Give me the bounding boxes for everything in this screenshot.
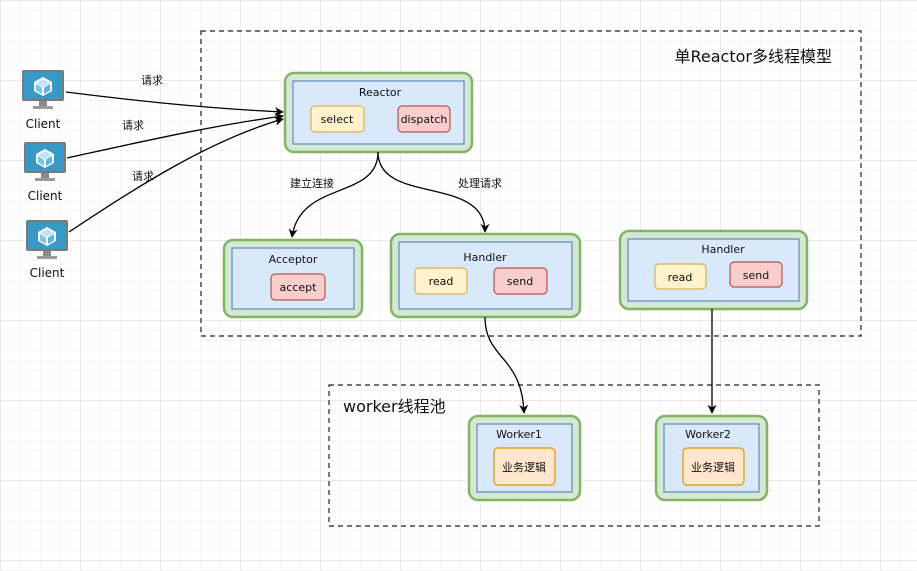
client-2-request-edge [66,112,284,159]
request-label: 请求 [122,119,144,132]
acceptor-node: Acceptor accept [222,238,364,319]
handler-node-2: Handler read send [618,229,809,311]
client-monitor-icon [22,70,64,109]
worker-pool-title: worker线程池 [343,397,446,416]
handler-title: Handler [701,243,745,256]
request-label: 请求 [132,170,154,183]
client-monitor-icon [24,142,66,181]
worker-node-2: Worker2 业务逻辑 [654,414,769,502]
reactor-to-acceptor-edge [288,151,379,238]
reactor-node: Reactor select dispatch [283,71,474,154]
client-label: Client [28,189,63,203]
reactor-to-handler-edge [377,151,490,233]
connect-label: 建立连接 [290,176,334,190]
client-node-2: Client [24,142,66,203]
dispatch-label: dispatch [401,113,448,126]
reactor-title: Reactor [359,86,402,99]
handler-1-to-worker-1-edge [484,316,529,414]
client-node-3: Client [26,220,68,280]
worker-title: Worker2 [685,428,731,441]
task-label: 业务逻辑 [691,460,735,474]
client-label: Client [26,117,61,131]
client-1-request-edge [65,91,284,117]
reactor-model-title: 单Reactor多线程模型 [675,47,833,66]
worker-node-1: Worker1 业务逻辑 [467,414,582,502]
client-monitor-icon [26,220,68,259]
send-label: send [743,269,769,282]
acceptor-title: Acceptor [269,253,318,266]
reactor-diagram: 单Reactor多线程模型 worker线程池 Client Client Cl… [22,30,862,527]
accept-label: accept [280,281,318,294]
read-label: read [429,275,454,288]
handler-node-1: Handler read send [389,232,582,319]
client-node-1: Client [22,70,64,131]
worker-title: Worker1 [496,428,542,441]
client-3-request-edge [68,116,284,233]
handler-title: Handler [463,251,507,264]
task-label: 业务逻辑 [502,460,546,474]
request-label: 请求 [141,74,163,87]
process-label: 处理请求 [458,177,502,190]
client-label: Client [30,266,65,280]
send-label: send [507,275,533,288]
select-label: select [321,113,354,126]
read-label: read [668,271,693,284]
